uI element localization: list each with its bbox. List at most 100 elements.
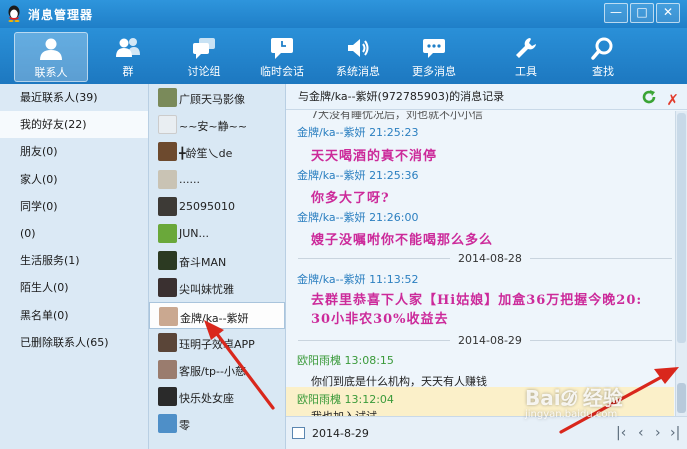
avatar <box>158 169 177 189</box>
watermark-sub: jingyan.baidu.com <box>525 409 618 420</box>
tab-more-messages[interactable]: 更多消息 <box>404 28 464 84</box>
category-item[interactable]: 黑名单(0) <box>0 302 148 329</box>
message-meta: 金牌/ka--紫妍 21:25:23 <box>297 124 418 140</box>
friend-item[interactable]: 奋斗MAN <box>149 247 285 274</box>
friend-name: 尖叫妹忧雅 <box>179 283 234 297</box>
date-separator: 2014-08-29 <box>298 334 672 347</box>
search-label: 查找 <box>592 65 614 78</box>
category-item[interactable]: (0) <box>0 220 148 247</box>
tab-label: 讨论组 <box>187 65 221 78</box>
minimize-button[interactable]: — <box>604 3 628 23</box>
tab-groups[interactable]: 群 <box>98 28 158 84</box>
red-arrow-annotation <box>204 320 275 410</box>
category-item-selected[interactable]: 我的好友(22) <box>0 111 148 139</box>
tools-label: 工具 <box>515 65 537 78</box>
more-messages-icon <box>423 39 445 58</box>
message-text: 天天喝酒的真不消停 <box>311 149 438 164</box>
message-meta: 欧阳雨槐 13:12:04 <box>297 391 394 407</box>
friend-name: JUN... <box>179 226 210 240</box>
message-manager-window: 消息管理器 — □ ✕ 联系人 群 讨论组 临时会话 系统消息 更多消息 工具 … <box>0 0 687 449</box>
category-item[interactable]: 生活服务(1) <box>0 247 148 274</box>
friend-item[interactable]: 尖叫妹忧雅 <box>149 274 285 301</box>
tab-label: 更多消息 <box>412 65 456 78</box>
search-button[interactable]: 查找 <box>573 28 633 84</box>
avatar <box>158 387 177 407</box>
window-title: 消息管理器 <box>28 8 94 22</box>
footer-date: 2014-8-29 <box>312 427 369 440</box>
friend-name: 25095010 <box>179 199 235 213</box>
sender-name: 欧阳雨槐 <box>297 354 341 367</box>
message-text: 我也加入试试 <box>311 408 377 416</box>
tab-label: 群 <box>122 65 134 78</box>
message-meta: 欧阳雨槐 13:08:15 <box>297 352 394 368</box>
friend-name: 奋斗MAN <box>179 256 227 270</box>
tab-label: 联系人 <box>34 66 68 79</box>
title-bar: 消息管理器 — □ ✕ <box>0 0 687 28</box>
message-time: 13:08:15 <box>344 354 394 367</box>
tab-label: 临时会话 <box>260 65 304 78</box>
tab-contacts[interactable]: 联系人 <box>14 32 88 82</box>
category-item[interactable]: 最近联系人(39) <box>0 84 148 111</box>
message-time: 11:13:52 <box>369 273 419 286</box>
friend-item[interactable]: ~~安~静~~ <box>149 111 285 138</box>
message-text-partial: 7大没有睡优况后，刘也就不小小信 <box>311 111 483 121</box>
friend-item[interactable]: 广顾天马影像 <box>149 84 285 111</box>
friend-name: ...... <box>179 172 200 186</box>
contact-category-list: 最近联系人(39) 我的好友(22) 朋友(0) 家人(0) 同学(0) (0)… <box>0 84 149 449</box>
avatar <box>158 278 177 298</box>
friend-item[interactable]: JUN... <box>149 220 285 247</box>
tab-temp-chat[interactable]: 临时会话 <box>252 28 312 84</box>
avatar <box>158 223 177 243</box>
wrench-icon <box>516 38 536 58</box>
message-time: 21:25:23 <box>369 126 419 139</box>
date-label: 2014-08-29 <box>450 334 530 347</box>
category-item[interactable]: 陌生人(0) <box>0 274 148 301</box>
message-text: 嫂子没嘱咐你不能喝那么多么 <box>311 233 494 248</box>
sender-name: 金牌/ka--紫妍 <box>297 169 366 182</box>
delete-icon[interactable]: ✗ <box>666 87 679 113</box>
message-history-header: 与金牌/ka--紫妍(972785903)的消息记录 ✗ <box>286 84 687 110</box>
friend-item[interactable]: 25095010 <box>149 193 285 220</box>
message-meta: 金牌/ka--紫妍 21:26:00 <box>297 209 418 225</box>
qq-penguin-icon <box>8 5 20 22</box>
speaker-icon <box>348 39 369 57</box>
discussion-icon <box>193 38 215 59</box>
date-separator: 2014-08-28 <box>298 252 672 265</box>
message-text: 你多大了呀? <box>311 191 390 206</box>
friend-name: 广顾天马影像 <box>179 93 245 106</box>
friend-item[interactable]: ╋龄笙乀de <box>149 138 285 165</box>
baidu-watermark: Bai𝓓 经验 jingyan.baidu.com <box>525 382 623 420</box>
tab-discussions[interactable]: 讨论组 <box>174 28 234 84</box>
sender-name: 金牌/ka--紫妍 <box>297 211 366 224</box>
category-item[interactable]: 朋友(0) <box>0 138 148 165</box>
search-icon <box>591 37 613 60</box>
message-time: 21:26:00 <box>369 211 419 224</box>
friend-name: ╋龄笙乀de <box>179 147 233 161</box>
friend-name: ~~安~静~~ <box>179 120 248 134</box>
category-item[interactable]: 同学(0) <box>0 193 148 220</box>
category-item[interactable]: 已删除联系人(65) <box>0 329 148 356</box>
main-toolbar: 联系人 群 讨论组 临时会话 系统消息 更多消息 工具 查找 <box>0 28 687 84</box>
conversation-title: 与金牌/ka--紫妍(972785903)的消息记录 <box>298 90 505 103</box>
group-icon <box>116 38 140 57</box>
message-time: 21:25:36 <box>369 169 419 182</box>
sender-name: 金牌/ka--紫妍 <box>297 273 366 286</box>
scrollbar-thumb[interactable] <box>677 113 686 343</box>
sender-name: 金牌/ka--紫妍 <box>297 126 366 139</box>
avatar <box>159 306 178 326</box>
maximize-button[interactable]: □ <box>630 3 654 23</box>
sender-name: 欧阳雨槐 <box>297 393 341 406</box>
category-item[interactable]: 家人(0) <box>0 166 148 193</box>
avatar <box>158 142 177 162</box>
calendar-icon[interactable] <box>292 427 305 439</box>
close-button[interactable]: ✕ <box>656 3 680 23</box>
tools-button[interactable]: 工具 <box>496 28 556 84</box>
friend-item[interactable]: ...... <box>149 166 285 193</box>
avatar <box>158 251 177 271</box>
avatar <box>158 196 177 216</box>
friend-name: 零 <box>179 419 190 433</box>
tab-system-messages[interactable]: 系统消息 <box>328 28 388 84</box>
refresh-icon[interactable] <box>641 89 657 105</box>
message-meta: 金牌/ka--紫妍 11:13:52 <box>297 271 418 287</box>
friend-item[interactable]: 零 <box>149 410 285 437</box>
